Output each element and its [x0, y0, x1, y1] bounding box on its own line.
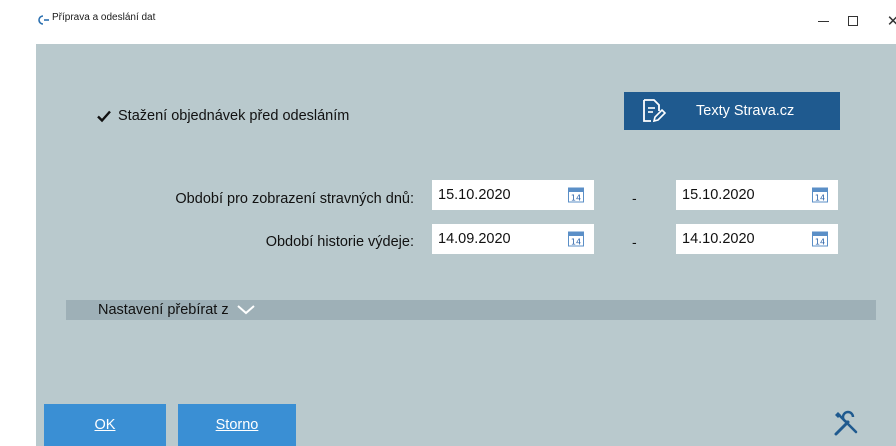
- close-button[interactable]: ✕: [878, 6, 896, 36]
- minimize-button[interactable]: [808, 6, 838, 36]
- calendar-icon[interactable]: 14: [568, 231, 584, 247]
- download-orders-label: Stažení objednávek před odesláním: [118, 108, 350, 124]
- app-icon: [38, 15, 49, 25]
- cancel-button[interactable]: Storno: [178, 404, 296, 446]
- range-separator: -: [632, 190, 637, 206]
- history-period-label: Období historie výdeje:: [265, 234, 414, 250]
- display-period-to-field[interactable]: 15.10.2020 14: [676, 180, 838, 210]
- texty-strava-label: Texty Strava.cz: [696, 103, 795, 119]
- display-period-label: Období pro zobrazení stravných dnů:: [175, 191, 414, 207]
- history-period-from-field[interactable]: 14.09.2020 14: [432, 224, 594, 254]
- tools-icon[interactable]: [832, 410, 860, 438]
- maximize-icon: [848, 16, 858, 26]
- calendar-day: 14: [571, 194, 581, 203]
- settings-source-label: Nastavení přebírat z: [98, 302, 229, 318]
- dialog-body: Stažení objednávek před odesláním Texty …: [36, 44, 896, 446]
- settings-source-expander[interactable]: Nastavení přebírat z: [66, 300, 876, 320]
- calendar-icon[interactable]: 14: [812, 231, 828, 247]
- display-period-to-value: 15.10.2020: [682, 187, 755, 203]
- check-icon: [97, 110, 111, 123]
- range-separator: -: [632, 234, 637, 250]
- display-period-from-field[interactable]: 15.10.2020 14: [432, 180, 594, 210]
- maximize-button[interactable]: [838, 6, 868, 36]
- document-edit-icon: [643, 99, 666, 123]
- display-period-from-value: 15.10.2020: [438, 187, 511, 203]
- title-bar: Příprava a odeslání dat ✕: [0, 0, 896, 44]
- chevron-down-icon: [236, 305, 255, 315]
- history-period-to-field[interactable]: 14.10.2020 14: [676, 224, 838, 254]
- window-title: Příprava a odeslání dat: [52, 12, 156, 23]
- calendar-icon[interactable]: 14: [568, 187, 584, 203]
- calendar-day: 14: [815, 194, 825, 203]
- calendar-icon[interactable]: 14: [812, 187, 828, 203]
- history-period-to-value: 14.10.2020: [682, 231, 755, 247]
- download-orders-checkbox[interactable]: Stažení objednávek před odesláním: [96, 106, 349, 126]
- history-period-from-value: 14.09.2020: [438, 231, 511, 247]
- calendar-day: 14: [571, 238, 581, 247]
- minimize-icon: [817, 20, 829, 22]
- ok-button[interactable]: OK: [44, 404, 166, 446]
- calendar-day: 14: [815, 238, 825, 247]
- texty-strava-button[interactable]: Texty Strava.cz: [624, 92, 840, 130]
